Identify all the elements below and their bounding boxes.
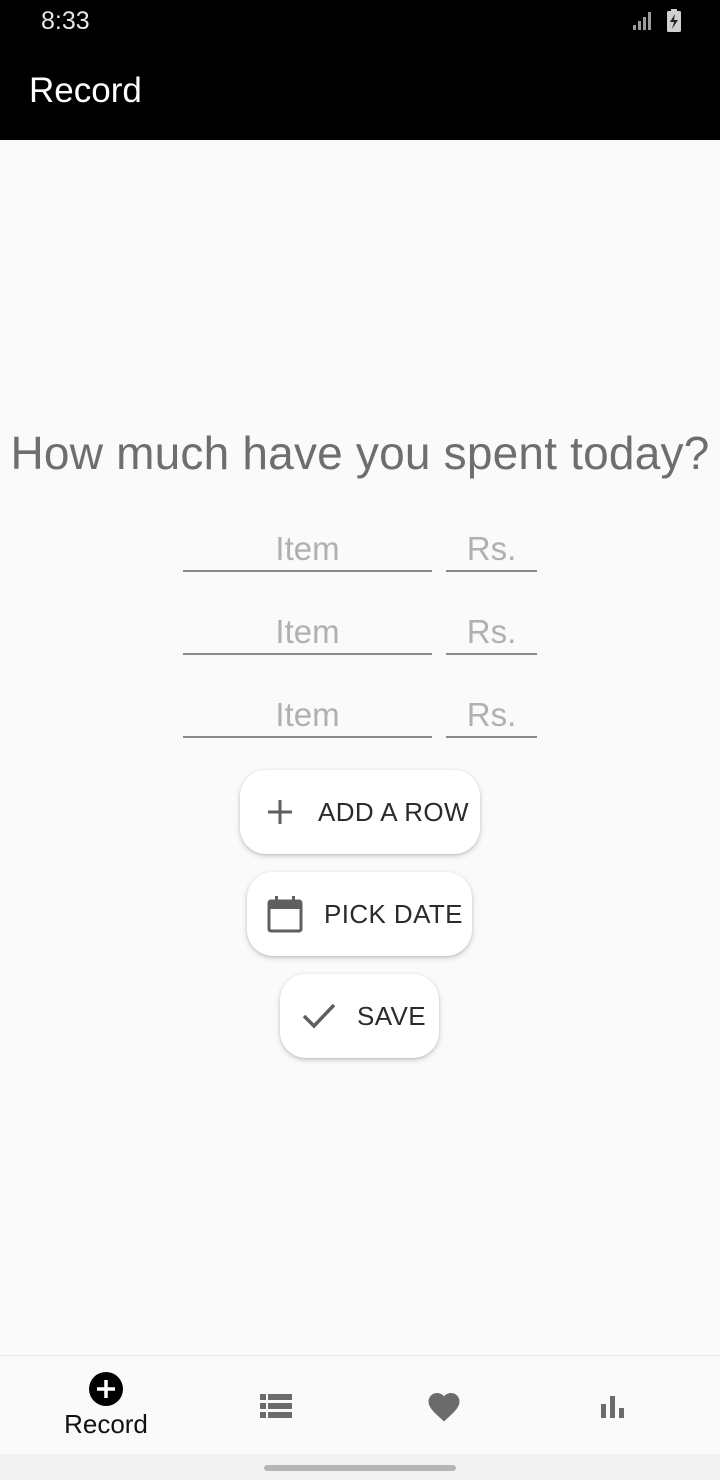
add-row-button[interactable]: ADD A ROW bbox=[240, 770, 480, 854]
status-time: 8:33 bbox=[41, 7, 90, 35]
price-input[interactable] bbox=[446, 690, 537, 736]
list-icon bbox=[260, 1393, 292, 1418]
nav-item-label: Record bbox=[64, 1409, 148, 1439]
nav-item-list[interactable] bbox=[230, 1356, 322, 1455]
item-input[interactable] bbox=[183, 524, 432, 570]
pick-date-label: PICK DATE bbox=[324, 898, 463, 929]
check-icon bbox=[301, 1002, 337, 1030]
price-field bbox=[446, 524, 537, 572]
battery-charging-icon bbox=[667, 9, 681, 32]
pick-date-button[interactable]: PICK DATE bbox=[247, 872, 472, 956]
plus-icon bbox=[262, 797, 298, 827]
signal-icon bbox=[633, 12, 651, 30]
add-row-label: ADD A ROW bbox=[318, 796, 469, 827]
heart-icon bbox=[428, 1392, 460, 1421]
gesture-handle[interactable] bbox=[264, 1465, 456, 1471]
bar-chart-icon bbox=[601, 1395, 624, 1418]
item-field bbox=[183, 690, 432, 738]
status-icons bbox=[632, 8, 682, 34]
gesture-area bbox=[0, 1454, 720, 1480]
page-headline: How much have you spent today? bbox=[10, 427, 710, 479]
save-button[interactable]: SAVE bbox=[280, 974, 439, 1058]
item-input[interactable] bbox=[183, 690, 432, 736]
app-bar: Record bbox=[0, 44, 720, 140]
nav-item-favorites[interactable] bbox=[398, 1356, 490, 1455]
price-field bbox=[446, 690, 537, 738]
item-field bbox=[183, 607, 432, 655]
price-field bbox=[446, 607, 537, 655]
nav-item-record[interactable]: Record bbox=[40, 1356, 172, 1455]
status-bar: 8:33 bbox=[0, 0, 720, 44]
bottom-navigation: Record bbox=[0, 1355, 720, 1454]
price-input[interactable] bbox=[446, 607, 537, 653]
nav-item-statistics[interactable] bbox=[567, 1356, 659, 1455]
item-field bbox=[183, 524, 432, 572]
item-input[interactable] bbox=[183, 607, 432, 653]
save-label: SAVE bbox=[357, 1000, 427, 1031]
app-title: Record bbox=[29, 71, 142, 110]
calendar-icon bbox=[266, 895, 304, 933]
price-input[interactable] bbox=[446, 524, 537, 570]
add-circle-icon bbox=[89, 1372, 123, 1406]
